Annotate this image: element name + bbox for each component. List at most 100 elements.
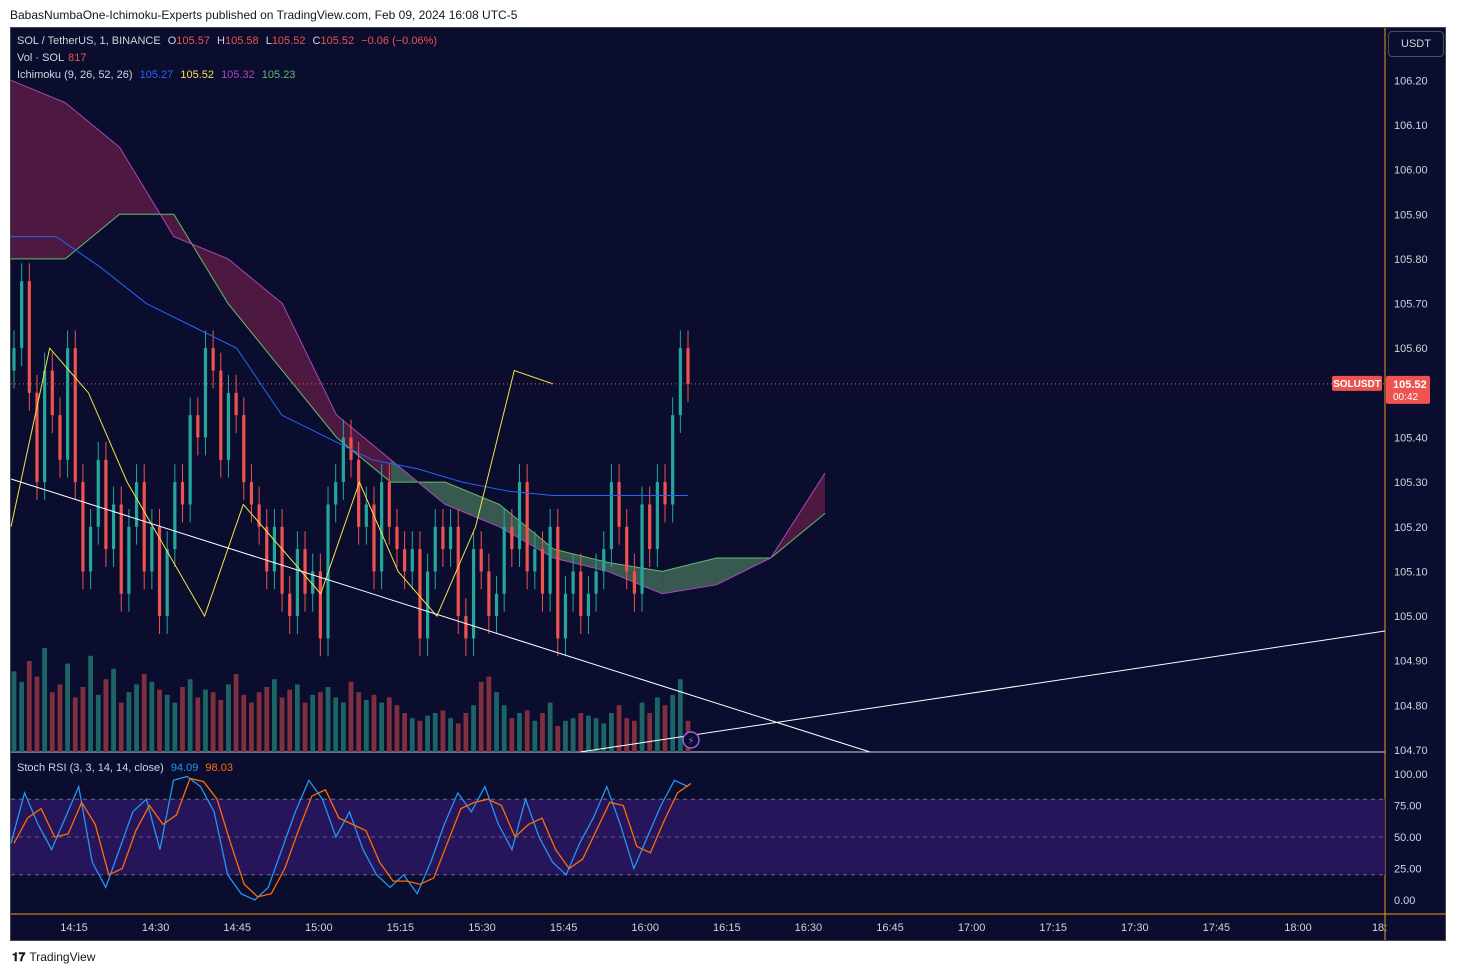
price-tick-label: 106.00	[1394, 165, 1428, 177]
candle-body	[81, 482, 85, 572]
stoch-label: Stoch RSI (3, 3, 14, 14, close)	[17, 762, 164, 774]
volume-bar	[386, 697, 392, 752]
volume-bar	[203, 689, 208, 752]
volume-bar	[157, 689, 162, 752]
volume-bar	[647, 713, 653, 752]
ichimoku-spanb-value: 105.32	[221, 69, 255, 81]
candle-body	[249, 482, 254, 505]
volume-bar	[249, 702, 254, 752]
volume-bar	[164, 694, 170, 752]
price-tick-label: 105.00	[1394, 611, 1428, 623]
ichimoku-legend: Ichimoku (9, 26, 52, 26) 105.27 105.52 1…	[17, 69, 299, 81]
candle-body	[188, 415, 192, 505]
volume-bar	[34, 676, 40, 752]
price-tick-label: 106.20	[1394, 75, 1428, 87]
volume-legend: Vol · SOL 817	[17, 52, 90, 64]
volume-bar	[440, 710, 446, 752]
candle-body	[510, 526, 514, 550]
volume-bar	[26, 661, 32, 752]
lightning-icon: ⚡	[687, 736, 694, 747]
stoch-tick-label: 25.00	[1394, 864, 1422, 876]
candle-body	[280, 526, 284, 594]
cloud-bullish-segment	[662, 558, 717, 594]
footer-brand[interactable]: 𝟏𝟕 TradingView	[12, 950, 95, 965]
candle-body	[456, 526, 460, 617]
volume-bar	[432, 713, 438, 752]
candle-body	[678, 348, 682, 416]
volume-bar	[233, 674, 239, 752]
symbol-title: SOL / TetherUS, 1, BINANCE	[17, 35, 161, 47]
volume-bar	[103, 679, 109, 752]
time-tick-label: 16:30	[795, 922, 823, 934]
candle-body	[602, 549, 606, 572]
trendline-descending	[10, 478, 871, 753]
volume-bar	[654, 697, 660, 752]
volume-bar	[547, 702, 553, 752]
volume-bar	[287, 689, 293, 752]
candle-body	[410, 549, 414, 572]
ichimoku-kijun-value: 105.52	[180, 69, 214, 81]
high-label: H	[217, 35, 225, 47]
volume-bar	[195, 697, 201, 752]
candle-body	[655, 482, 659, 550]
candle-body	[648, 504, 652, 550]
cloud-bearish-segment	[228, 258, 283, 371]
volume-bar	[394, 705, 400, 752]
candle-body	[686, 348, 690, 384]
volume-bar	[348, 681, 354, 752]
volume-bar	[42, 648, 48, 752]
volume-bar	[670, 694, 676, 752]
volume-bar	[570, 718, 576, 752]
ichimoku-spana-value: 105.23	[261, 69, 296, 81]
volume-bar	[486, 676, 492, 752]
ichimoku-tenkan-value: 105.27	[139, 69, 174, 81]
tradingview-logo-icon: 𝟏𝟕	[12, 950, 26, 964]
volume-bar	[624, 718, 630, 752]
candle-body	[441, 526, 445, 550]
volume-bar	[593, 718, 599, 752]
candle-body	[226, 392, 231, 460]
price-tick-label: 105.90	[1394, 209, 1428, 221]
time-tick-label: 16:15	[713, 922, 741, 934]
chart-canvas[interactable]: 106.20 106.10 106.00 105.90 105.80 105.70 105.…	[0, 0, 1457, 977]
volume-bar	[226, 684, 231, 752]
candle-body	[671, 415, 675, 505]
volume-bar	[371, 694, 377, 752]
volume-bar	[578, 713, 584, 752]
candle-body	[127, 526, 131, 594]
price-tag-countdown: 00:42	[1393, 392, 1418, 403]
time-tick-label: 17:30	[1121, 922, 1149, 934]
candle-body	[142, 482, 146, 572]
candle-body	[50, 370, 54, 416]
candle-body	[548, 526, 552, 594]
candle-body	[640, 504, 644, 594]
volume-bar	[494, 692, 499, 752]
candle-body	[341, 437, 345, 483]
candle-body	[196, 415, 200, 438]
candle-body	[464, 616, 468, 639]
time-tick-label: 15:00	[305, 922, 333, 934]
volume-bar	[210, 692, 216, 752]
candle-body	[211, 348, 215, 371]
candle-body	[234, 392, 238, 416]
stoch-tick-label: 0.00	[1394, 895, 1415, 907]
stoch-k-value: 94.09	[170, 762, 199, 774]
time-tick-label: 15:45	[550, 922, 578, 934]
volume-bar	[555, 726, 561, 752]
volume-bar	[616, 705, 622, 752]
low-value: 105.52	[271, 35, 306, 47]
time-tick-label: 15:30	[468, 922, 496, 934]
volume-bar	[302, 702, 308, 752]
volume-bar	[417, 720, 423, 752]
candle-body	[487, 571, 491, 617]
candle-body	[12, 348, 16, 371]
volume-bar	[272, 679, 277, 752]
candle-body	[380, 482, 384, 572]
brand-name: TradingView	[29, 950, 96, 964]
currency-button[interactable]: USDT	[1388, 31, 1444, 57]
trendline-ascending	[579, 630, 1386, 753]
candle-body	[571, 571, 575, 594]
price-tick-label: 105.40	[1394, 432, 1428, 444]
candle-body	[272, 526, 277, 572]
candle-body	[43, 370, 47, 483]
